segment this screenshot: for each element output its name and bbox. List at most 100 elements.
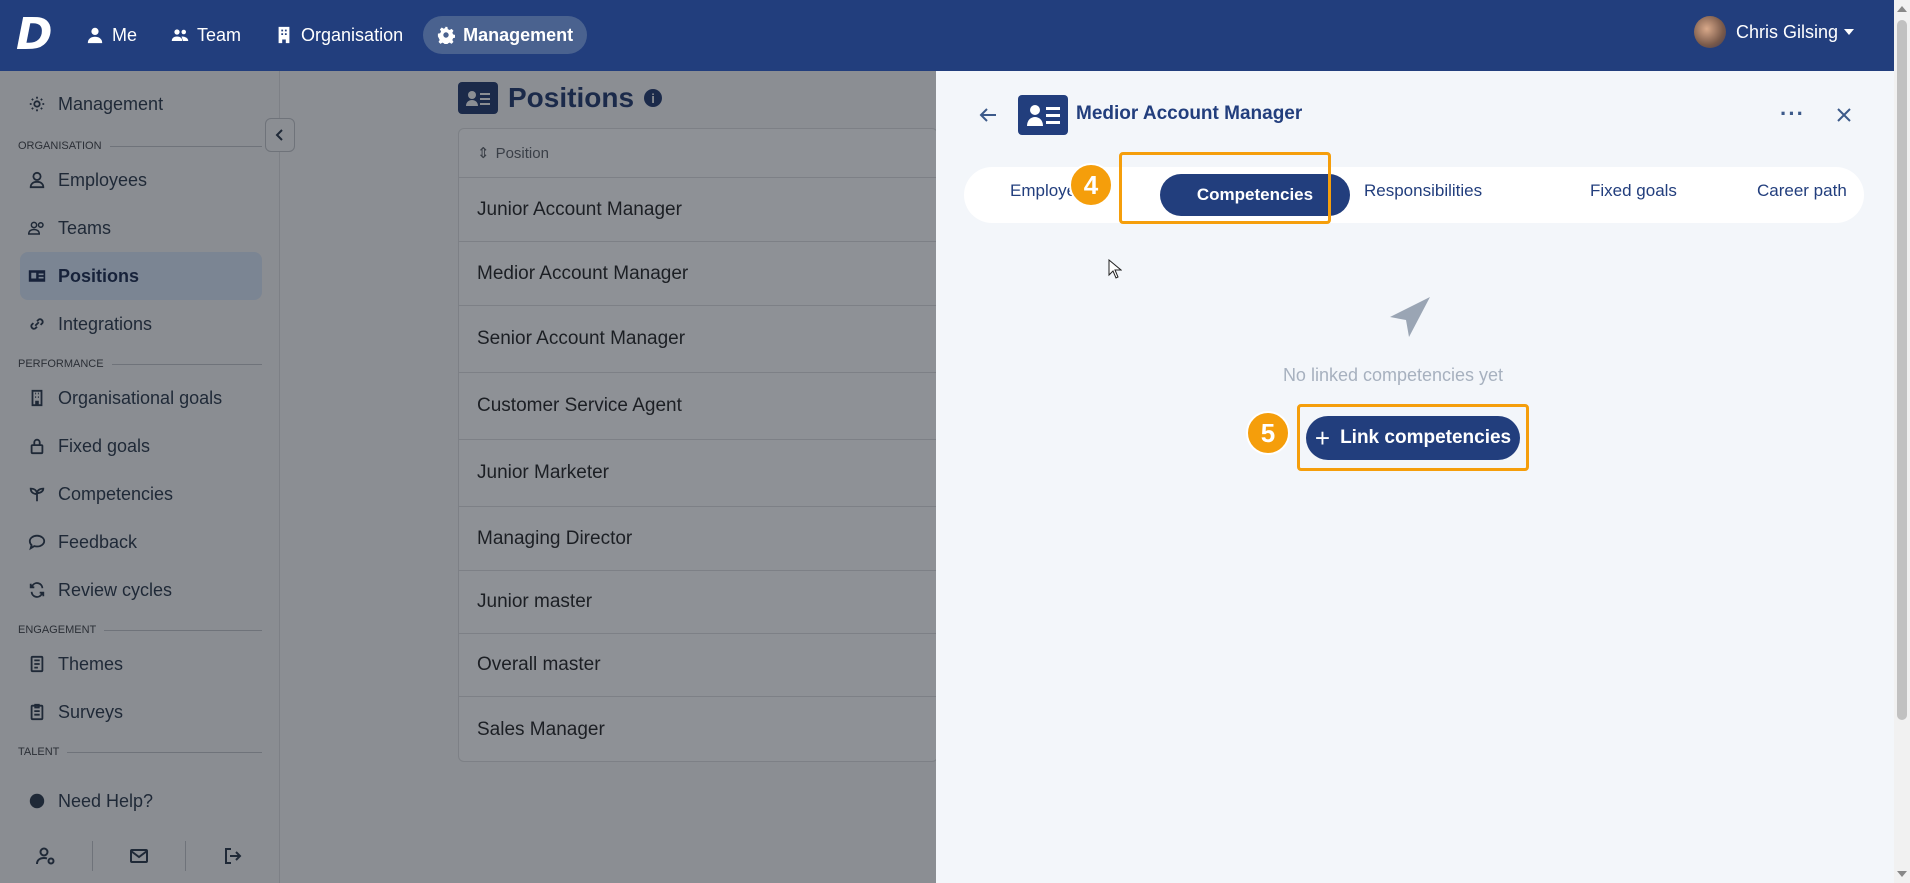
- clipboard-icon: [30, 703, 44, 721]
- position-detail-panel: Medior Account Manager ··· Employe Compe…: [936, 71, 1894, 883]
- id-card-icon: [1018, 95, 1068, 135]
- sidebar-item-label: Need Help?: [58, 790, 154, 811]
- table-row[interactable]: Junior Account Manager: [459, 178, 937, 242]
- user-settings-button[interactable]: [0, 841, 93, 871]
- user-menu[interactable]: Chris Gilsing: [1693, 16, 1854, 48]
- tab-competencies[interactable]: Competencies: [1160, 174, 1350, 216]
- sidebar-item-competencies[interactable]: Competencies: [20, 470, 262, 518]
- table-row[interactable]: Managing Director: [459, 507, 937, 571]
- lock-icon: [30, 438, 44, 455]
- sidebar-item-review-cycles[interactable]: Review cycles: [20, 566, 262, 614]
- logout-button[interactable]: [186, 841, 279, 871]
- column-header-position: Position: [495, 144, 549, 162]
- section-label-talent: TALENT: [18, 746, 262, 758]
- sidebar-item-fixed-goals[interactable]: Fixed goals: [20, 422, 262, 470]
- main-nav: Me Team Organisation Management: [72, 16, 588, 54]
- sidebar-item-teams[interactable]: Teams: [20, 204, 262, 252]
- section-label-organisation: ORGANISATION: [18, 140, 262, 152]
- chat-bubble-icon: [28, 534, 46, 551]
- close-button[interactable]: [1834, 105, 1854, 125]
- sidebar-item-label: Employees: [58, 169, 148, 190]
- tab-fixed-goals[interactable]: Fixed goals: [1590, 181, 1677, 201]
- building-icon: [31, 389, 43, 407]
- scroll-down-icon[interactable]: [1897, 871, 1907, 877]
- sidebar-item-label: Feedback: [58, 531, 138, 552]
- user-icon: [87, 27, 103, 44]
- users-icon: [171, 29, 189, 41]
- app-logo[interactable]: D: [16, 13, 53, 57]
- building-icon: [278, 26, 290, 44]
- collapse-sidebar-button[interactable]: [265, 118, 295, 152]
- table-row[interactable]: Medior Account Manager: [459, 242, 937, 306]
- table-row[interactable]: Junior Marketer: [459, 440, 937, 507]
- close-icon: [1837, 108, 1851, 122]
- chevron-left-icon: [275, 129, 283, 141]
- nav-item-management[interactable]: Management: [423, 16, 588, 54]
- table-row[interactable]: Senior Account Manager: [459, 306, 937, 373]
- top-navigation-bar: D Me Team Organisation Management Chris …: [0, 0, 1894, 71]
- users-icon: [28, 221, 44, 235]
- sidebar-item-label: Positions: [58, 265, 140, 286]
- position-name: Managing Director: [477, 527, 633, 549]
- chevron-down-icon: [1844, 29, 1854, 35]
- sidebar-item-organisational-goals[interactable]: Organisational goals: [20, 374, 262, 422]
- sidebar: Management ORGANISATION Employees Teams …: [0, 71, 280, 883]
- section-label-performance: PERFORMANCE: [18, 358, 262, 370]
- sidebar-item-surveys[interactable]: Surveys: [20, 688, 262, 736]
- id-card-icon: [28, 270, 46, 282]
- sidebar-item-management[interactable]: Management: [20, 80, 262, 128]
- link-competencies-button[interactable]: + Link competencies: [1306, 416, 1520, 460]
- back-button[interactable]: [976, 103, 1000, 127]
- document-icon: [30, 655, 44, 673]
- table-header[interactable]: ⇕ Position: [459, 129, 937, 178]
- refresh-icon: [29, 582, 45, 598]
- nav-item-label: Management: [463, 24, 574, 45]
- sidebar-item-label: Surveys: [58, 701, 124, 722]
- tab-responsibilities[interactable]: Responsibilities: [1364, 181, 1482, 201]
- gear-icon: [29, 96, 45, 112]
- paper-plane-icon: [1390, 297, 1430, 337]
- sidebar-item-label: Organisational goals: [58, 387, 223, 408]
- user-icon: [29, 171, 45, 189]
- nav-item-team[interactable]: Team: [157, 16, 255, 54]
- nav-item-label: Team: [197, 24, 242, 45]
- position-name: Junior master: [477, 591, 593, 612]
- tab-career-path[interactable]: Career path: [1757, 181, 1847, 201]
- scrollbar-thumb[interactable]: [1897, 20, 1907, 720]
- positions-table: ⇕ Position Junior Account Manager Medior…: [458, 128, 938, 762]
- position-name: Medior Account Manager: [477, 262, 689, 284]
- nav-item-me[interactable]: Me: [72, 16, 151, 54]
- sidebar-item-integrations[interactable]: Integrations: [20, 300, 262, 348]
- position-name: Overall master: [477, 654, 601, 675]
- page-title-text: Positions: [508, 82, 635, 113]
- position-name: Customer Service Agent: [477, 395, 682, 416]
- messages-button[interactable]: [93, 841, 186, 871]
- position-name: Junior Marketer: [477, 462, 609, 483]
- nav-item-organisation[interactable]: Organisation: [261, 16, 417, 54]
- sidebar-item-employees[interactable]: Employees: [20, 156, 262, 204]
- page-scrollbar[interactable]: [1894, 0, 1910, 883]
- sprout-icon: [29, 487, 45, 502]
- section-label-engagement: ENGAGEMENT: [18, 624, 262, 636]
- table-row[interactable]: Overall master: [459, 634, 937, 697]
- info-icon[interactable]: i: [644, 89, 663, 107]
- sidebar-item-themes[interactable]: Themes: [20, 640, 262, 688]
- table-row[interactable]: Sales Manager: [459, 697, 937, 762]
- table-row[interactable]: Customer Service Agent: [459, 373, 937, 440]
- sidebar-item-label: Teams: [58, 217, 112, 238]
- avatar: [1693, 16, 1726, 48]
- scroll-up-icon[interactable]: [1897, 6, 1907, 12]
- tab-employees[interactable]: Employe: [1010, 181, 1076, 201]
- table-row[interactable]: Junior master: [459, 571, 937, 634]
- tutorial-step-badge: 4: [1069, 163, 1113, 207]
- sidebar-item-label: Integrations: [58, 313, 153, 334]
- sidebar-item-label: Fixed goals: [58, 435, 151, 456]
- more-options-icon[interactable]: ···: [1780, 101, 1805, 127]
- sidebar-item-positions[interactable]: Positions: [20, 252, 262, 300]
- need-help-link[interactable]: Need Help?: [20, 777, 262, 825]
- plus-icon: +: [1314, 423, 1331, 453]
- mail-icon: [130, 849, 148, 863]
- sidebar-item-label: Review cycles: [58, 579, 173, 600]
- sidebar-item-label: Themes: [58, 653, 124, 674]
- sidebar-item-feedback[interactable]: Feedback: [20, 518, 262, 566]
